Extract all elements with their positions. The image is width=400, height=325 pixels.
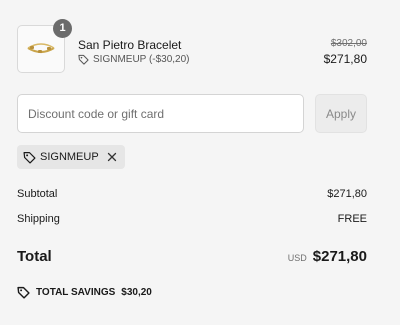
subtotal-row: Subtotal $271,80 <box>17 188 367 200</box>
subtotal-value: $271,80 <box>327 188 367 200</box>
apply-button[interactable]: Apply <box>315 94 367 133</box>
discount-code-input[interactable] <box>17 94 304 133</box>
discounted-price: $271,80 <box>323 52 367 66</box>
shipping-row: Shipping FREE <box>17 213 367 225</box>
shipping-value: FREE <box>337 213 367 225</box>
savings-value: $30,20 <box>121 287 152 298</box>
total-savings: TOTAL SAVINGS $30,20 <box>17 286 152 299</box>
product-name: San Pietro Bracelet <box>78 38 182 52</box>
line-item-discount: SIGNMEUP (-$30,20) <box>78 54 190 65</box>
tag-icon <box>78 54 89 65</box>
line-item: 1 San Pietro Bracelet SIGNMEUP (-$30,20)… <box>17 19 367 75</box>
savings-label: TOTAL SAVINGS <box>36 287 116 298</box>
subtotal-label: Subtotal <box>17 188 58 200</box>
product-thumbnail: 1 <box>17 19 72 73</box>
applied-discount-tag: SIGNMEUP <box>17 145 125 169</box>
quantity-badge: 1 <box>53 19 72 38</box>
applied-discount-code: SIGNMEUP <box>40 151 99 163</box>
price-tag-icon <box>17 286 30 299</box>
total-label: Total <box>17 248 52 265</box>
total-value: $271,80 <box>312 248 367 265</box>
tag-icon <box>23 151 36 164</box>
remove-discount-button[interactable] <box>105 150 119 164</box>
total-row: Total USD $271,80 <box>17 248 367 265</box>
original-price: $302,00 <box>330 38 367 49</box>
close-icon <box>107 152 116 162</box>
total-amount: USD $271,80 <box>288 248 367 265</box>
line-item-discount-text: SIGNMEUP (-$30,20) <box>93 54 190 65</box>
shipping-label: Shipping <box>17 213 60 225</box>
currency-code: USD <box>287 253 307 263</box>
